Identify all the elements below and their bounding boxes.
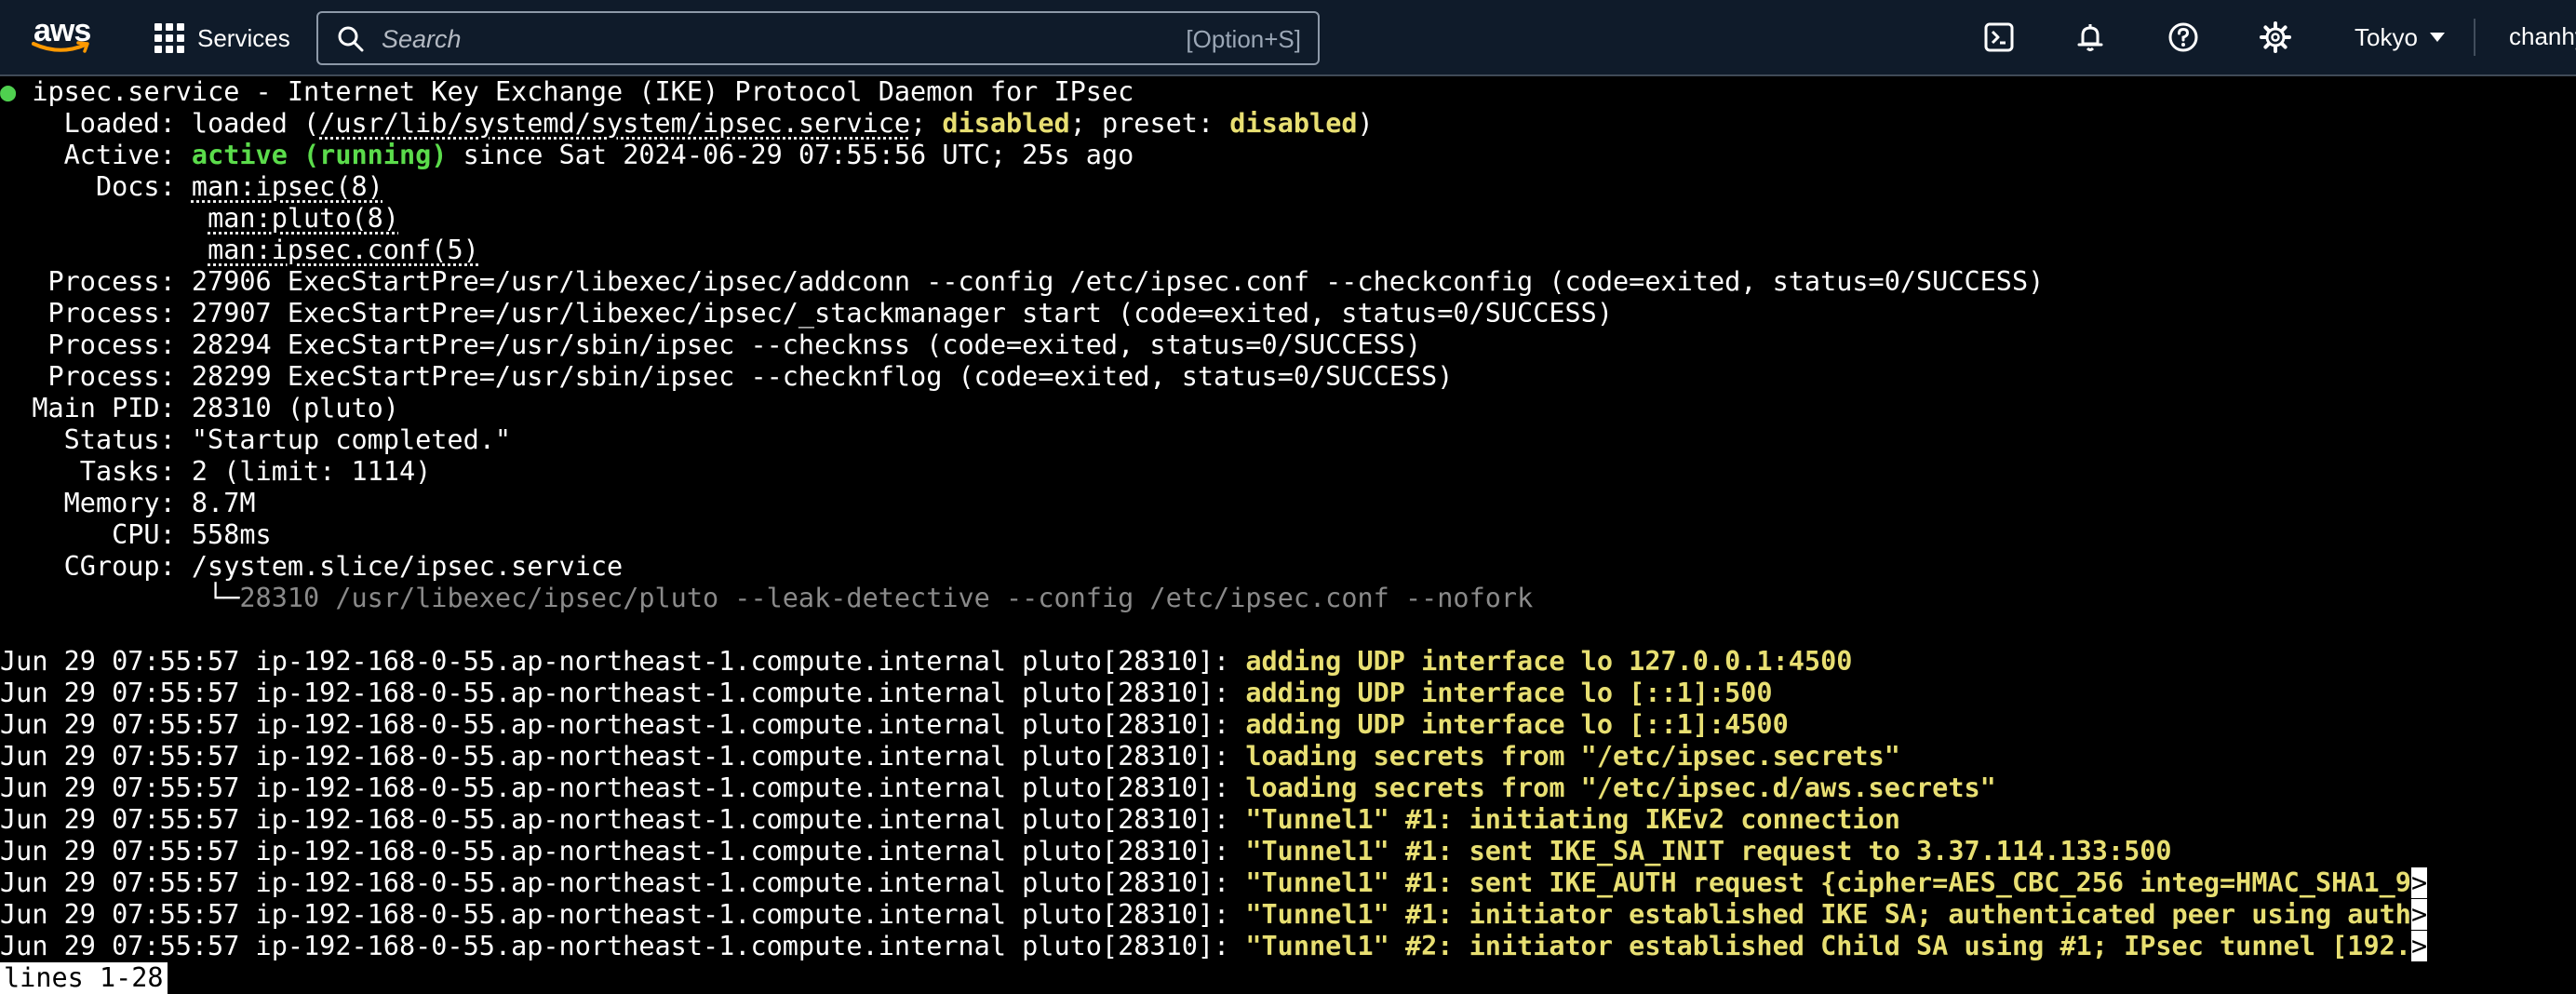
aws-top-navigation: aws Services [Option+S] (0, 0, 2576, 76)
preset-label: ; preset: (1070, 108, 1230, 139)
settings-button[interactable] (2257, 19, 2294, 56)
preset-state: disabled (1229, 108, 1357, 139)
aws-smile-icon (32, 41, 93, 56)
log-message: "Tunnel1" #1: sent IKE_AUTH request {cip… (1245, 867, 2411, 898)
log-line: Jun 29 07:55:57 ip-192-168-0-55.ap-north… (0, 867, 2427, 899)
log-message: adding UDP interface lo [::1]:4500 (1245, 709, 1788, 740)
truncation-marker: > (2411, 899, 2427, 930)
gear-icon (2259, 20, 2292, 54)
log-prefix: Jun 29 07:55:57 ip-192-168-0-55.ap-north… (0, 772, 1245, 803)
search-box[interactable]: [Option+S] (316, 11, 1320, 65)
help-button[interactable] (2165, 19, 2202, 56)
notifications-button[interactable] (2072, 19, 2109, 56)
bell-icon (2074, 21, 2106, 53)
log-message: loading secrets from "/etc/ipsec.d/aws.s… (1245, 772, 1995, 803)
log-prefix: Jun 29 07:55:57 ip-192-168-0-55.ap-north… (0, 741, 1245, 772)
cgroup-line: CGroup: /system.slice/ipsec.service (0, 551, 623, 583)
docs-line: man:ipsec.conf(5) (0, 235, 479, 266)
main-pid-line: Main PID: 28310 (pluto) (0, 393, 399, 424)
active-label: Active: (0, 140, 192, 170)
docs-label: Docs: (0, 171, 192, 202)
tree-branch: └─ (0, 583, 239, 613)
log-prefix: Jun 29 07:55:57 ip-192-168-0-55.ap-north… (0, 931, 1245, 961)
aws-logo[interactable]: aws (32, 13, 97, 60)
log-line: Jun 29 07:55:57 ip-192-168-0-55.ap-north… (0, 899, 2427, 931)
docs-indent (0, 235, 208, 265)
search-input[interactable] (380, 19, 905, 60)
docs-indent (0, 203, 208, 234)
docs-line: man:pluto(8) (0, 203, 399, 235)
loaded-separator: ; (910, 108, 942, 139)
log-prefix: Jun 29 07:55:57 ip-192-168-0-55.ap-north… (0, 709, 1245, 740)
search-shortcut-hint: [Option+S] (1186, 25, 1301, 54)
active-state: active (running) (192, 140, 448, 170)
log-line: Jun 29 07:55:57 ip-192-168-0-55.ap-north… (0, 931, 2427, 962)
unit-name: ipsec.service - Internet Key Exchange (I… (32, 76, 1134, 107)
log-line: Jun 29 07:55:57 ip-192-168-0-55.ap-north… (0, 709, 1789, 741)
loaded-state: loaded ( (192, 108, 319, 139)
loaded-close: ) (1358, 108, 1374, 139)
memory-line: Memory: 8.7M (0, 488, 256, 519)
log-message: adding UDP interface lo [::1]:500 (1245, 678, 1772, 708)
log-message: "Tunnel1" #1: initiator established IKE … (1245, 899, 2411, 930)
pager-status-line: lines 1-28 (0, 962, 168, 994)
log-prefix: Jun 29 07:55:57 ip-192-168-0-55.ap-north… (0, 646, 1245, 677)
log-prefix: Jun 29 07:55:57 ip-192-168-0-55.ap-north… (0, 899, 1245, 930)
cloudshell-icon (1983, 21, 2015, 53)
search-icon (337, 25, 365, 53)
process-line: Process: 28294 ExecStartPre=/usr/sbin/ip… (0, 329, 1421, 361)
process-line: Process: 28299 ExecStartPre=/usr/sbin/ip… (0, 361, 1453, 393)
log-message: adding UDP interface lo 127.0.0.1:4500 (1245, 646, 1852, 677)
services-label: Services (197, 24, 290, 53)
cgroup-tree-line: └─28310 /usr/libexec/ipsec/pluto --leak-… (0, 583, 1533, 614)
cpu-line: CPU: 558ms (0, 519, 272, 551)
truncation-marker: > (2411, 931, 2427, 961)
caret-down-icon (2429, 32, 2446, 43)
nav-divider (2474, 19, 2475, 56)
log-prefix: Jun 29 07:55:57 ip-192-168-0-55.ap-north… (0, 804, 1245, 835)
log-line: Jun 29 07:55:57 ip-192-168-0-55.ap-north… (0, 804, 1900, 836)
docs-line: Docs: man:ipsec(8) (0, 171, 383, 203)
services-grid-icon (154, 23, 184, 53)
process-line: Process: 27906 ExecStartPre=/usr/libexec… (0, 266, 2044, 298)
cloudshell-button[interactable] (1980, 19, 2018, 56)
log-message: "Tunnel1" #1: sent IKE_SA_INIT request t… (1245, 836, 2171, 866)
loaded-label: Loaded: (0, 108, 192, 139)
unit-header-line: ● ipsec.service - Internet Key Exchange … (0, 76, 1134, 108)
terminal-output[interactable]: ● ipsec.service - Internet Key Exchange … (0, 76, 2576, 994)
log-line: Jun 29 07:55:57 ip-192-168-0-55.ap-north… (0, 741, 1900, 772)
services-menu-button[interactable]: Services (154, 17, 290, 60)
log-line: Jun 29 07:55:57 ip-192-168-0-55.ap-north… (0, 772, 1996, 804)
log-prefix: Jun 29 07:55:57 ip-192-168-0-55.ap-north… (0, 678, 1245, 708)
log-line: Jun 29 07:55:57 ip-192-168-0-55.ap-north… (0, 646, 1852, 678)
tasks-line: Tasks: 2 (limit: 1114) (0, 456, 431, 488)
log-message: "Tunnel1" #2: initiator established Chil… (1245, 931, 2411, 961)
docs-link: man:pluto(8) (208, 203, 399, 234)
unit-file-path: /usr/lib/systemd/system/ipsec.service (319, 108, 910, 139)
log-prefix: Jun 29 07:55:57 ip-192-168-0-55.ap-north… (0, 867, 1245, 898)
region-label: Tokyo (2355, 23, 2418, 52)
loaded-line: Loaded: loaded (/usr/lib/systemd/system/… (0, 108, 1374, 140)
docs-link: man:ipsec.conf(5) (208, 235, 479, 265)
log-prefix: Jun 29 07:55:57 ip-192-168-0-55.ap-north… (0, 836, 1245, 866)
region-selector[interactable]: Tokyo (2355, 20, 2446, 54)
active-since: since Sat 2024-06-29 07:55:56 UTC; 25s a… (447, 140, 1134, 170)
truncation-marker: > (2411, 867, 2427, 898)
log-line: Jun 29 07:55:57 ip-192-168-0-55.ap-north… (0, 678, 1773, 709)
active-line: Active: active (running) since Sat 2024-… (0, 140, 1134, 171)
log-message: "Tunnel1" #1: initiating IKEv2 connectio… (1245, 804, 1900, 835)
process-line: Process: 27907 ExecStartPre=/usr/libexec… (0, 298, 1613, 329)
log-message: loading secrets from "/etc/ipsec.secrets… (1245, 741, 1900, 772)
account-menu[interactable]: chanhy (2509, 22, 2576, 51)
enabled-state: disabled (942, 108, 1069, 139)
help-icon (2167, 21, 2199, 53)
status-line: Status: "Startup completed." (0, 424, 511, 456)
cgroup-process: 28310 /usr/libexec/ipsec/pluto --leak-de… (239, 583, 1533, 613)
log-line: Jun 29 07:55:57 ip-192-168-0-55.ap-north… (0, 836, 2172, 867)
service-status-dot: ● (0, 76, 16, 107)
docs-link: man:ipsec(8) (192, 171, 383, 202)
